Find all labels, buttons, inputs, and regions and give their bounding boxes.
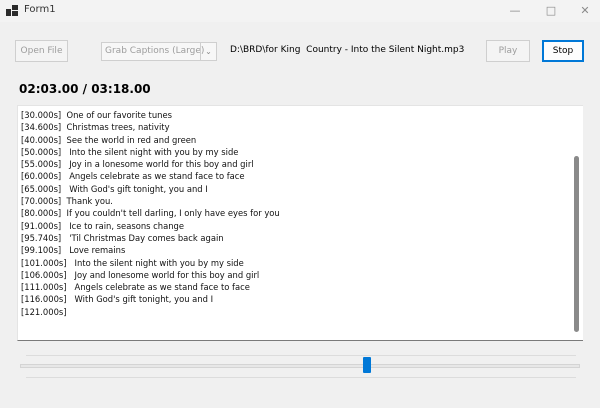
caption-mode-value: Grab Captions (Large) <box>105 46 205 56</box>
caption-mode-select[interactable]: Grab Captions (Large) ⌄ <box>101 42 217 61</box>
caption-lines: [30.000s] One of our favorite tunes [34.6… <box>21 109 571 318</box>
caption-line: [101.000s] Into the silent night with yo… <box>21 257 244 268</box>
window-title: Form1 <box>24 4 56 15</box>
caption-line: [55.000s] Joy in a lonesome world for th… <box>21 159 254 170</box>
caption-line: [70.000s] Thank you. <box>21 196 113 207</box>
caption-line: [50.000s] Into the silent night with you… <box>21 146 239 157</box>
play-button[interactable]: Play <box>486 40 530 62</box>
vertical-scrollbar[interactable] <box>574 110 579 338</box>
seek-thumb[interactable] <box>362 357 371 373</box>
caption-line: [111.000s] Angels celebrate as we stand … <box>21 282 250 293</box>
open-file-button[interactable]: Open File <box>15 40 68 62</box>
caption-line: [30.000s] One of our favorite tunes <box>21 110 172 120</box>
maximize-icon[interactable]: □ <box>536 0 566 22</box>
tick-line <box>26 355 576 356</box>
caption-line: [80.000s] If you couldn't tell darling, … <box>21 208 280 219</box>
seek-track[interactable] <box>20 364 580 368</box>
minimize-icon[interactable]: — <box>500 0 530 22</box>
chevron-down-icon[interactable]: ⌄ <box>200 43 216 60</box>
caption-line: [40.000s] See the world in red and green <box>21 134 197 145</box>
captions-textbox[interactable]: [30.000s] One of our favorite tunes [34.6… <box>17 105 583 341</box>
tick-line <box>26 377 576 378</box>
caption-line: [60.000s] Angels celebrate as we stand f… <box>21 171 245 182</box>
caption-line: [121.000s] <box>21 306 67 317</box>
caption-line: [91.000s] Ice to rain, seasons change <box>21 220 184 231</box>
file-path-label: D:\BRD\for King Country - Into the Silen… <box>230 45 465 55</box>
stop-button[interactable]: Stop <box>542 40 584 62</box>
app-icon <box>6 5 18 16</box>
caption-line: [95.740s] 'Til Christmas Day comes back … <box>21 232 224 243</box>
caption-line: [65.000s] With God's gift tonight, you a… <box>21 183 208 194</box>
caption-line: [106.000s] Joy and lonesome world for th… <box>21 269 260 280</box>
time-display: 02:03.00 / 03:18.00 <box>19 82 151 96</box>
caption-line: [34.600s] Christmas trees, nativity <box>21 122 170 133</box>
scrollbar-thumb[interactable] <box>574 156 579 332</box>
caption-line: [116.000s] With God's gift tonight, you … <box>21 294 214 305</box>
title-bar: Form1 — □ ✕ <box>0 0 600 22</box>
close-icon[interactable]: ✕ <box>570 0 600 22</box>
caption-line: [99.100s] Love remains <box>21 245 126 256</box>
